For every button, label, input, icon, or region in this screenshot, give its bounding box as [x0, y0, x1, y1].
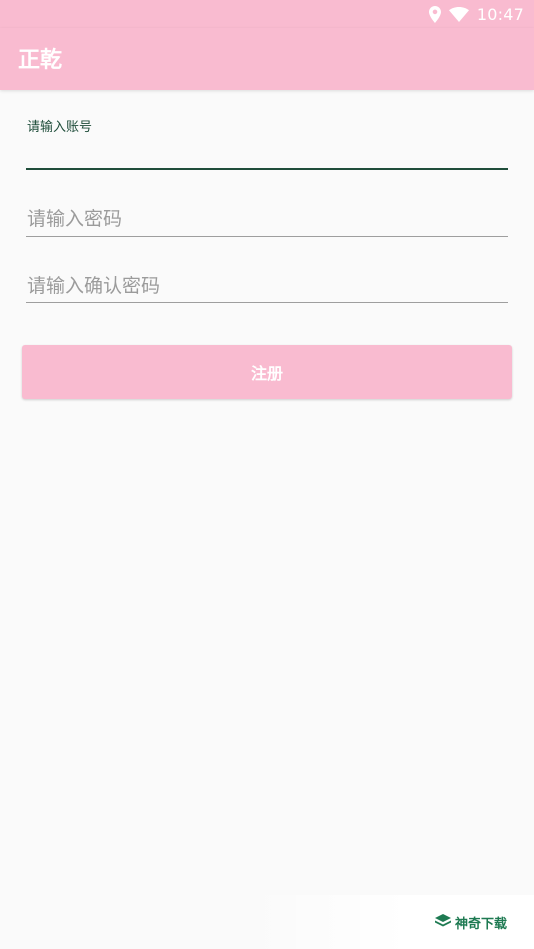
watermark-fade — [248, 895, 408, 949]
status-icons: 10:47 — [428, 0, 524, 28]
confirm-password-underline — [26, 302, 508, 303]
status-bar: 10:47 — [0, 0, 534, 28]
watermark-logo-icon — [434, 913, 451, 932]
watermark-text: 神奇下载 — [454, 916, 507, 932]
status-time: 10:47 — [476, 4, 524, 24]
account-field[interactable]: 请输入账号 — [26, 116, 508, 172]
watermark: 神奇下载 — [408, 895, 534, 949]
location-icon — [428, 5, 441, 23]
wifi-icon — [448, 6, 469, 22]
confirm-password-input[interactable] — [26, 270, 508, 302]
password-field[interactable] — [26, 203, 508, 239]
password-underline — [26, 236, 508, 237]
password-input[interactable] — [26, 203, 508, 235]
account-input[interactable] — [26, 140, 508, 168]
account-floating-label: 请输入账号 — [27, 120, 93, 135]
register-button[interactable]: 注册 — [22, 345, 512, 399]
app-title: 正乾 — [18, 48, 63, 73]
account-underline — [26, 168, 508, 170]
confirm-password-field[interactable] — [26, 270, 508, 306]
app-bar: 正乾 — [0, 28, 534, 90]
